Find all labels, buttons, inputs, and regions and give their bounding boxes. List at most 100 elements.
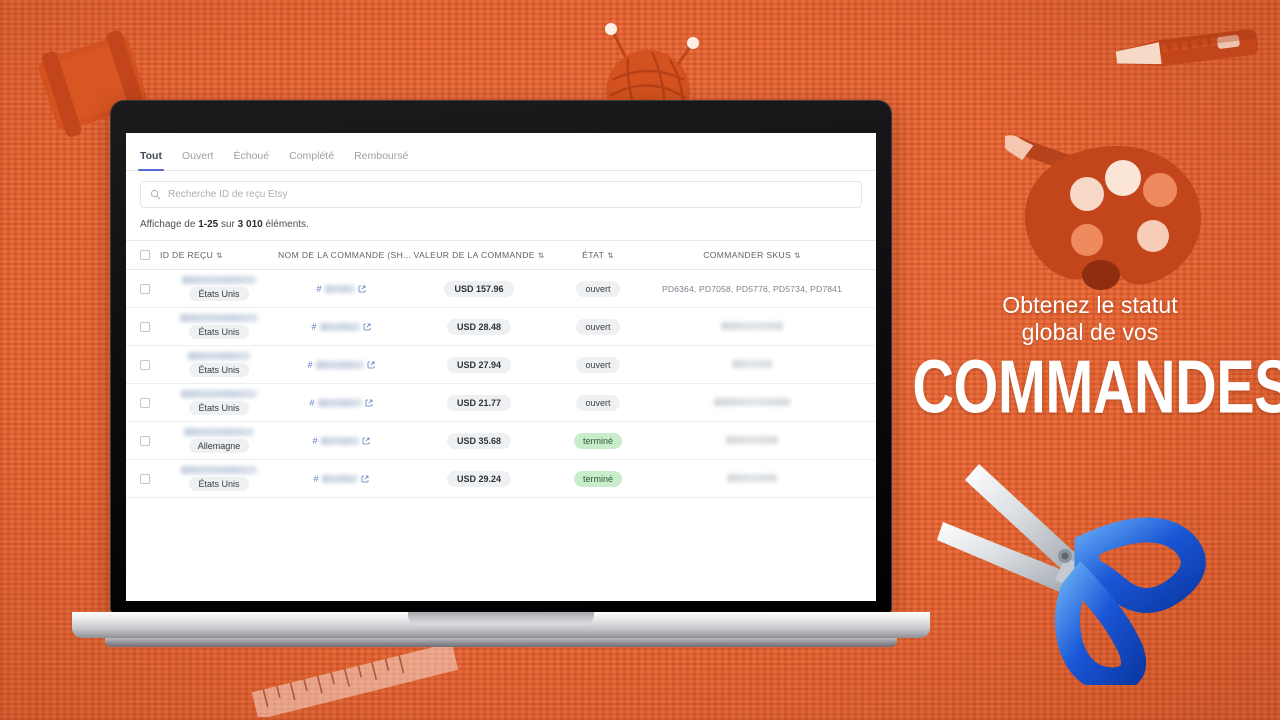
row-checkbox[interactable] bbox=[140, 359, 150, 370]
receipt-id-redacted bbox=[182, 276, 256, 284]
external-link-icon[interactable] bbox=[365, 399, 373, 407]
tab-rembours[interactable]: Remboursé bbox=[354, 150, 408, 170]
order-link-text[interactable]: # bbox=[311, 322, 316, 332]
order-value-badge: USD 28.48 bbox=[446, 318, 512, 335]
search-area: Recherche ID de reçu Etsy bbox=[126, 171, 876, 208]
order-name-cell: # bbox=[278, 345, 404, 384]
receipt-id-cell: États Unis bbox=[160, 383, 278, 422]
external-link-icon[interactable] bbox=[367, 361, 375, 369]
receipt-id-cell: États Unis bbox=[160, 459, 278, 498]
row-select-cell bbox=[126, 421, 160, 460]
status-badge: ouvert bbox=[576, 356, 620, 373]
order-state-cell: ouvert bbox=[554, 307, 642, 346]
row-select-cell bbox=[126, 269, 160, 308]
order-state-cell: ouvert bbox=[554, 269, 642, 308]
row-checkbox[interactable] bbox=[140, 397, 150, 408]
external-link-icon[interactable] bbox=[361, 475, 369, 483]
country-badge: États Unis bbox=[189, 477, 249, 491]
column-header-4[interactable]: ÉTAT ⇅ bbox=[554, 240, 642, 270]
order-link-text[interactable]: # bbox=[316, 284, 321, 294]
order-link-text[interactable]: # bbox=[313, 474, 318, 484]
search-input[interactable]: Recherche ID de reçu Etsy bbox=[140, 181, 862, 208]
row-checkbox[interactable] bbox=[140, 473, 150, 484]
country-badge: Allemagne bbox=[188, 439, 250, 453]
order-value-cell: USD 21.77 bbox=[404, 383, 554, 422]
receipt-id-redacted bbox=[184, 428, 254, 436]
skus-redacted bbox=[732, 359, 772, 368]
order-value-cell: USD 27.94 bbox=[404, 345, 554, 384]
order-name-cell: # bbox=[278, 269, 404, 308]
external-link-icon[interactable] bbox=[362, 437, 370, 445]
status-badge: ouvert bbox=[576, 318, 620, 335]
laptop-base bbox=[72, 612, 930, 638]
tab-ouvert[interactable]: Ouvert bbox=[182, 150, 214, 170]
column-header-3[interactable]: VALEUR DE LA COMMANDE ⇅ bbox=[404, 240, 554, 270]
row-checkbox[interactable] bbox=[140, 321, 150, 332]
table-row[interactable]: États Unis # USD 29.24 terminé bbox=[126, 459, 876, 498]
order-link-text[interactable]: # bbox=[312, 436, 317, 446]
receipt-id-cell: États Unis bbox=[160, 269, 278, 308]
search-icon bbox=[150, 189, 161, 200]
status-badge: ouvert bbox=[576, 280, 620, 297]
external-link-icon[interactable] bbox=[363, 323, 371, 331]
receipt-id-redacted bbox=[180, 314, 258, 322]
row-select-cell bbox=[126, 345, 160, 384]
row-checkbox[interactable] bbox=[140, 435, 150, 446]
result-count: Affichage de 1-25 sur 3 010 éléments. bbox=[126, 208, 876, 240]
receipt-id-redacted bbox=[188, 352, 250, 360]
column-header-label: COMMANDER SKUS bbox=[703, 250, 792, 260]
table-row[interactable]: États Unis # USD 21.77 ouvert bbox=[126, 383, 876, 422]
sort-icon[interactable]: ⇅ bbox=[216, 251, 223, 260]
status-badge: ouvert bbox=[576, 394, 620, 411]
country-badge: États Unis bbox=[189, 401, 249, 415]
receipt-id-cell: États Unis bbox=[160, 345, 278, 384]
select-all-checkbox[interactable] bbox=[140, 250, 150, 260]
tab-tout[interactable]: Tout bbox=[138, 150, 164, 171]
sort-icon[interactable]: ⇅ bbox=[607, 251, 614, 260]
order-value-cell: USD 28.48 bbox=[404, 307, 554, 346]
tab-complt[interactable]: Complété bbox=[289, 150, 334, 170]
sort-icon[interactable]: ⇅ bbox=[794, 251, 801, 260]
orders-app: Tout Ouvert Échoué Complété Remboursé Recher… bbox=[126, 133, 876, 601]
count-suffix: éléments. bbox=[262, 219, 309, 230]
order-link-text[interactable]: # bbox=[307, 360, 312, 370]
receipt-id-redacted bbox=[181, 466, 257, 474]
order-value-cell: USD 29.24 bbox=[404, 459, 554, 498]
table-row[interactable]: États Unis # USD 27.94 ouvert bbox=[126, 345, 876, 384]
order-state-cell: ouvert bbox=[554, 383, 642, 422]
order-state-cell: ouvert bbox=[554, 345, 642, 384]
table-row[interactable]: Allemagne # USD 35.68 terminé bbox=[126, 421, 876, 460]
order-name-redacted bbox=[317, 398, 362, 407]
promo-text: Obtenez le statut global de vos COMMANDE… bbox=[905, 292, 1280, 424]
skus-text: PD6364, PD7058, PD5776, PD5734, PD7841 bbox=[661, 283, 843, 294]
count-total: 3 010 bbox=[237, 219, 263, 230]
order-value-cell: USD 35.68 bbox=[404, 421, 554, 460]
column-header-label: ÉTAT bbox=[582, 250, 605, 260]
order-value-badge: USD 35.68 bbox=[446, 432, 512, 449]
table-row[interactable]: États Unis # USD 157.96 ouvert PD6364, PD705… bbox=[126, 269, 876, 308]
column-header-label: VALEUR DE LA COMMANDE bbox=[413, 250, 535, 260]
column-header-0 bbox=[126, 240, 160, 270]
count-prefix: Affichage de bbox=[140, 219, 199, 230]
order-name-redacted bbox=[315, 360, 364, 369]
table-row[interactable]: États Unis # USD 28.48 ouvert bbox=[126, 307, 876, 346]
order-link-text[interactable]: # bbox=[309, 398, 314, 408]
row-checkbox[interactable] bbox=[140, 283, 150, 294]
craft-knife-icon bbox=[1115, 29, 1258, 67]
status-badge: terminé bbox=[573, 470, 622, 487]
sort-icon[interactable]: ⇅ bbox=[538, 251, 545, 260]
order-value-cell: USD 157.96 bbox=[404, 269, 554, 308]
receipt-id-cell: Allemagne bbox=[160, 421, 278, 460]
order-value-badge: USD 157.96 bbox=[444, 280, 514, 297]
order-name-cell: # bbox=[278, 383, 404, 422]
external-link-icon[interactable] bbox=[358, 285, 366, 293]
scissors-icon bbox=[937, 464, 1206, 685]
column-header-5[interactable]: COMMANDER SKUS ⇅ bbox=[642, 240, 876, 270]
order-value-badge: USD 21.77 bbox=[446, 394, 512, 411]
column-header-1[interactable]: ID DE REÇU ⇅ bbox=[160, 240, 278, 270]
order-skus-cell bbox=[642, 421, 876, 460]
orders-table: ID DE REÇU ⇅ NOM DE LA COMMANDE (SH... VALE… bbox=[126, 240, 876, 498]
order-name-redacted bbox=[321, 474, 358, 483]
tab-chou[interactable]: Échoué bbox=[233, 150, 269, 170]
country-badge: États Unis bbox=[189, 363, 249, 377]
